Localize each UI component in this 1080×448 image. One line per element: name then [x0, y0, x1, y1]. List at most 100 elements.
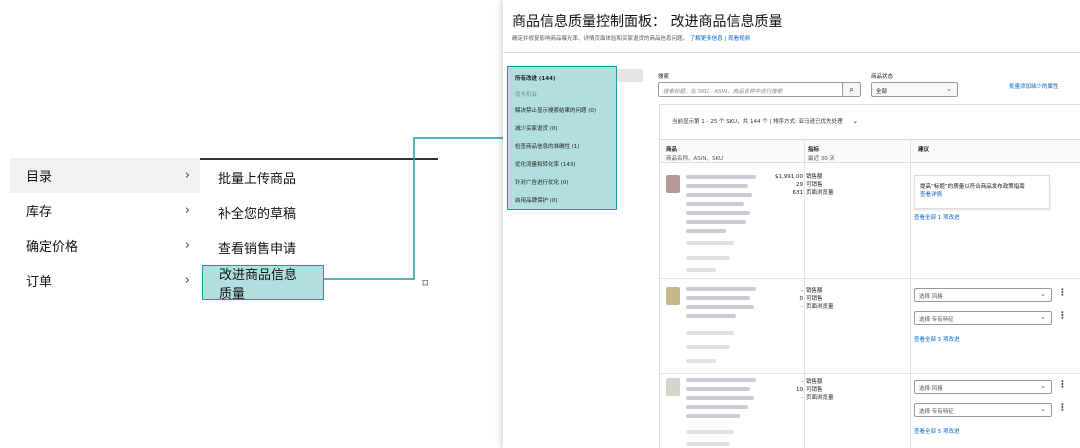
- column-title: 指标: [808, 147, 820, 153]
- metric-label-page-views: 页面浏览量: [806, 395, 834, 401]
- feature-select[interactable]: 选择 专有特征 ⌄: [914, 311, 1052, 325]
- menu-item-orders[interactable]: 订单 ›: [10, 263, 200, 298]
- description-text: 确定并修复影响商品曝光率、详情页面体验和买家退货的商品信息问题。: [512, 36, 689, 42]
- blurred-product-text: [686, 287, 756, 291]
- search-input[interactable]: 搜索标题、在 SKU、ASIN、商品名称中进行搜索: [658, 82, 844, 97]
- metric-value-page-views: 631: [792, 190, 804, 196]
- metric-labels: 销售额 可销售 页面浏览量: [806, 287, 834, 311]
- blurred-status: [686, 268, 716, 272]
- catalog-nav-menu: 目录 › 库存 › 确定价格 › 订单 › 批量上传商品 补全您的草稿 查看销售…: [10, 158, 438, 302]
- product-thumbnail: [666, 175, 680, 193]
- column-subtitle: 商品名称、ASIN、SKU: [666, 156, 723, 162]
- metric-labels: 销售额 可销售 页面浏览量: [806, 173, 834, 197]
- table-row: 销售额 可销售 页面浏览量 - 0 - 选择 风格 ⌄ ⋮ 选择 专有特征 ⌄ …: [660, 279, 1080, 374]
- search-icon: ⌕: [849, 84, 854, 94]
- metric-label-sales: 销售额: [806, 174, 823, 180]
- more-options-icon[interactable]: ⋮: [1058, 311, 1067, 321]
- column-subtitle: 最近 30 天: [808, 156, 835, 162]
- suggestion-title: 提高“标题”的质量以符合商品发布政策指南: [920, 184, 1025, 190]
- issues-table: 当前显示第 1 - 25 个 SKU，共 144 个 | 排序方式: 亚马逊已优…: [659, 104, 1080, 448]
- chevron-down-icon[interactable]: ⌄: [852, 117, 858, 125]
- view-details-link[interactable]: 查看详情: [920, 191, 1044, 199]
- metric-label-page-views: 页面浏览量: [806, 190, 834, 196]
- chevron-down-icon: ⌄: [1040, 405, 1046, 413]
- blurred-product-text: [686, 175, 756, 179]
- filter-section-label: 增长机会: [515, 92, 538, 98]
- filter-item[interactable]: 针对广告进行优化 (0): [515, 178, 569, 186]
- menu-item-label: 目录: [26, 170, 53, 185]
- blurred-product-text: [686, 314, 736, 318]
- blurred-product-text: [686, 193, 752, 197]
- menu-item-pricing[interactable]: 确定价格 ›: [10, 228, 200, 263]
- blurred-sku: [686, 256, 730, 260]
- blurred-product-text: [686, 305, 754, 309]
- select-placeholder: 选择 风格: [919, 294, 943, 300]
- status-select[interactable]: 全部 ⌄: [871, 82, 958, 97]
- view-all-improvements-link[interactable]: 查看全部 1 项改进: [914, 213, 960, 221]
- submenu-item-bulk-upload[interactable]: 批量上传商品: [200, 160, 438, 195]
- metric-label-sellable: 可销售: [806, 387, 823, 393]
- more-options-icon[interactable]: ⋮: [1058, 403, 1067, 413]
- chevron-right-icon: ›: [184, 273, 190, 288]
- chevron-down-icon: ⌄: [1040, 313, 1046, 321]
- style-select[interactable]: 选择 风格 ⌄: [914, 288, 1052, 302]
- filter-item[interactable]: 解决禁止显示搜索结果的问题 (0): [515, 106, 596, 114]
- chevron-right-icon: ›: [184, 238, 190, 253]
- metric-label-sales: 销售额: [806, 379, 823, 385]
- blurred-product-text: [686, 378, 756, 382]
- chevron-down-icon: ⌄: [1040, 382, 1046, 390]
- view-all-improvements-link[interactable]: 查看全部 5 项改进: [914, 335, 960, 343]
- menu-item-catalog[interactable]: 目录 ›: [10, 158, 200, 193]
- metric-value-sales: -: [801, 379, 803, 385]
- metric-values: - 0 -: [753, 287, 804, 311]
- chevron-right-icon: ›: [184, 168, 190, 183]
- blurred-product-text: [686, 184, 748, 188]
- filter-item[interactable]: 检查商品信息的准确性 (1): [515, 142, 580, 150]
- bookmark-icon[interactable]: ⌑: [422, 277, 428, 290]
- metric-label-sellable: 可销售: [806, 182, 823, 188]
- page-title: 商品信息质量控制面板： 改进商品信息质量: [512, 14, 783, 30]
- table-row: 销售额 可销售 页面浏览量 $1,991.00 29 631 提高“标题”的质量…: [660, 163, 1080, 279]
- filter-panel: 所有改进 (144) 增长机会 解决禁止显示搜索结果的问题 (0) 减少买家退货…: [507, 66, 617, 210]
- menu-item-label: 订单: [26, 275, 53, 290]
- style-select[interactable]: 选择 风格 ⌄: [914, 380, 1052, 394]
- column-header-product: 商品 商品名称、ASIN、SKU: [666, 145, 723, 162]
- blurred-product-text: [686, 220, 746, 224]
- divider: [503, 52, 1080, 53]
- feature-select[interactable]: 选择 专有特征 ⌄: [914, 403, 1052, 417]
- learn-more-link[interactable]: 了解更多信息: [690, 36, 723, 42]
- filter-item[interactable]: 减少买家退货 (0): [515, 124, 558, 132]
- status-value: 全部: [876, 89, 888, 95]
- select-placeholder: 选择 专有特征: [919, 317, 954, 323]
- more-options-icon[interactable]: ⋮: [1058, 380, 1067, 390]
- submenu-item-label: 改进商品信息质量: [219, 267, 298, 302]
- blurred-product-text: [686, 211, 750, 215]
- more-options-icon[interactable]: ⋮: [1058, 288, 1067, 298]
- blurred-product-text: [686, 296, 750, 300]
- submenu-item-improve-listing-quality[interactable]: 改进商品信息质量: [202, 265, 324, 302]
- metric-value-sales: -: [801, 288, 803, 294]
- metric-value-page-views: -: [801, 304, 803, 310]
- summary-text: 当前显示第 1 - 25 个 SKU，共 144 个 | 排序方式: 亚马逊已优…: [672, 119, 843, 125]
- metric-value-sellable: 0: [799, 296, 804, 302]
- filter-item[interactable]: 启用品牌保护 (0): [515, 196, 558, 204]
- metric-values: $1,991.00 29 631: [753, 173, 803, 197]
- metric-value-page-views: -: [801, 395, 803, 401]
- blurred-asin: [686, 241, 734, 245]
- submenu-item-sales-applications[interactable]: 查看销售申请: [200, 230, 438, 265]
- blurred-product-text: [686, 405, 748, 409]
- filter-item[interactable]: 优化流量和转化率 (143): [515, 160, 576, 168]
- filter-all-issues[interactable]: 所有改进 (144): [515, 74, 555, 82]
- main-menu: 目录 › 库存 › 确定价格 › 订单 ›: [10, 158, 200, 298]
- view-all-improvements-link[interactable]: 查看全部 5 项改进: [914, 427, 960, 435]
- submenu-item-complete-drafts[interactable]: 补全您的草稿: [200, 195, 438, 230]
- chevron-down-icon: ⌄: [1040, 290, 1046, 298]
- menu-item-inventory[interactable]: 库存 ›: [10, 193, 200, 228]
- batch-add-attributes-link[interactable]: 批量添加缺少的属性: [1009, 82, 1059, 90]
- chevron-right-icon: ›: [184, 203, 190, 218]
- watch-video-link[interactable]: 观看视频: [728, 36, 750, 42]
- page-description: 确定并修复影响商品曝光率、详情页面体验和买家退货的商品信息问题。 了解更多信息 …: [512, 34, 750, 42]
- select-placeholder: 选择 风格: [919, 386, 943, 392]
- select-placeholder: 选择 专有特征: [919, 409, 954, 415]
- search-button[interactable]: ⌕: [842, 82, 861, 97]
